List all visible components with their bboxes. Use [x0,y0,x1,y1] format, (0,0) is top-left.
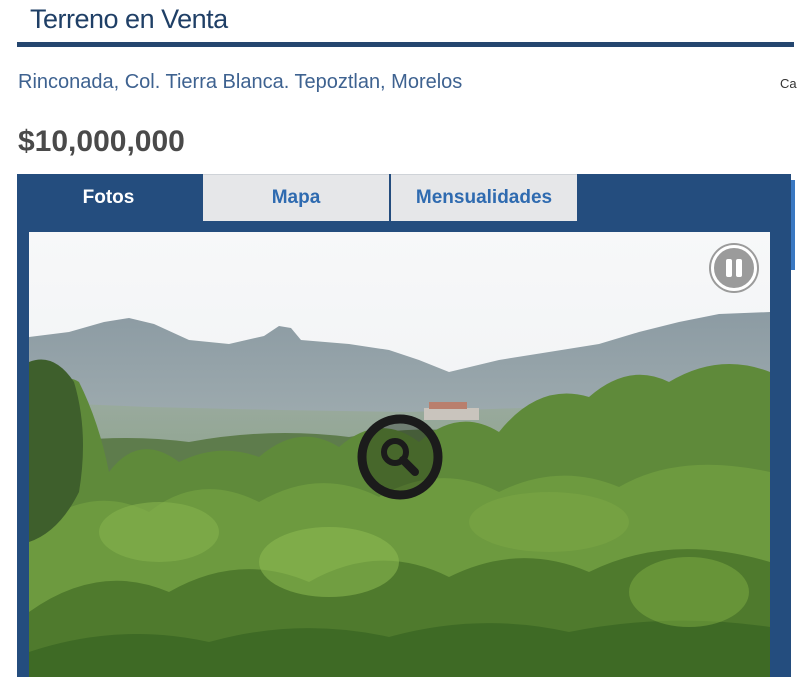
pause-button[interactable] [711,245,757,291]
side-scroll-accent [791,180,795,270]
tab-mapa[interactable]: Mapa [203,174,389,221]
magnifier-icon [357,414,443,500]
truncated-side-text: Ca [780,76,797,91]
listing-price: $10,000,000 [18,125,185,158]
tab-fotos[interactable]: Fotos [17,174,200,221]
listing-address: Rinconada, Col. Tierra Blanca. Tepoztlan… [18,71,463,93]
pause-icon [726,259,742,277]
listing-page: Terreno en Venta Rinconada, Col. Tierra … [0,0,800,677]
title-divider [17,42,794,47]
zoom-button[interactable] [355,412,445,502]
page-title: Terreno en Venta [30,4,228,34]
tab-mensualidades[interactable]: Mensualidades [391,174,577,221]
